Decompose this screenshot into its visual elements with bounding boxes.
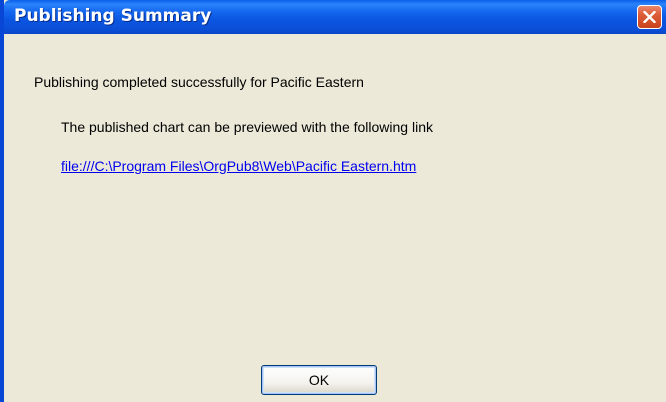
title-bar[interactable]: Publishing Summary bbox=[4, 0, 666, 34]
dialog-body: Publishing completed successfully for Pa… bbox=[4, 34, 666, 402]
completion-message: Publishing completed successfully for Pa… bbox=[34, 74, 364, 90]
close-button[interactable] bbox=[637, 5, 662, 29]
close-icon bbox=[643, 11, 656, 23]
preview-instruction: The published chart can be previewed wit… bbox=[61, 119, 433, 135]
preview-link[interactable]: file:///C:\Program Files\OrgPub8\Web\Pac… bbox=[61, 158, 416, 174]
window-title: Publishing Summary bbox=[14, 6, 212, 26]
ok-button[interactable]: OK bbox=[261, 365, 377, 395]
publishing-summary-dialog: Publishing Summary Publishing completed … bbox=[0, 0, 666, 402]
